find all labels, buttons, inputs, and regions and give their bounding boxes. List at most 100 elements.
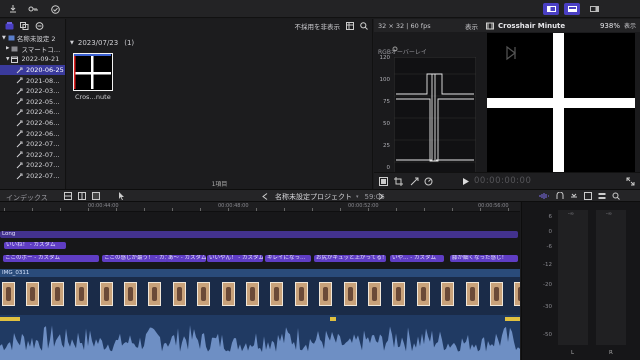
sidebar-item[interactable]: 2021-08… [0, 75, 65, 86]
timecode-display[interactable]: 00:00:00:00 [474, 176, 531, 186]
scope-toolbar: 32 × 32 | 60 fps 表示 [374, 19, 482, 32]
keyword-icon [16, 120, 23, 126]
sidebar-library-label: 名称未設定 2 [16, 35, 56, 44]
connected-clip[interactable]: 膝が細くなった感じ！ [450, 255, 518, 262]
zoom-popup[interactable]: 938% [600, 22, 620, 30]
crop-icon[interactable] [394, 177, 403, 186]
clip-thumbnail[interactable] [73, 53, 113, 91]
libraries-tab-icon[interactable] [5, 22, 14, 30]
video-clip-bar[interactable] [0, 269, 520, 277]
scope-layout-icon[interactable] [379, 177, 388, 186]
titles-generators-tab-icon[interactable] [35, 22, 44, 30]
sidebar-item[interactable]: 2020-06-25 [0, 64, 65, 76]
connected-clip[interactable]: お尻がキュッと上がってる！ - … [314, 255, 386, 262]
library-icon [8, 35, 15, 41]
project-title-group: 名称未設定プロジェクト ▾ 59:06 [275, 192, 385, 202]
connected-clip[interactable]: いいね！ - カスタム [4, 242, 66, 249]
audio-waveform[interactable] [0, 315, 520, 360]
background-tasks-button[interactable] [48, 3, 62, 15]
transform-icon[interactable] [410, 177, 419, 186]
sidebar-item[interactable]: 2022-03… [0, 86, 65, 97]
project-name[interactable]: 名称未設定プロジェクト [275, 192, 352, 202]
sidebar-item[interactable]: 2022-06… [0, 128, 65, 139]
inspector-toggle-button[interactable] [586, 3, 602, 15]
disclosure-icon[interactable]: ▶ [6, 46, 9, 51]
fullscreen-icon[interactable] [626, 177, 635, 186]
clip-filter-popup[interactable]: 不採用を非表示 [295, 21, 341, 31]
sidebar-item[interactable]: 2022-06… [0, 107, 65, 118]
browser-toggle-button[interactable] [543, 3, 559, 15]
meter-right-label: R [609, 350, 613, 356]
video-filmstrip[interactable] [0, 277, 520, 315]
calendar-icon [11, 56, 19, 63]
insert-clip-icon[interactable] [78, 192, 86, 200]
disclosure-icon[interactable]: ▼ [6, 57, 9, 62]
keyword-editor-button[interactable] [26, 3, 40, 15]
viewer-view-popup[interactable]: 表示 [624, 21, 636, 30]
project-menu-chevron-icon[interactable]: ▾ [356, 194, 359, 200]
select-tool-icon[interactable] [118, 192, 128, 200]
connected-clip[interactable]: いいやん！ - カスタム [207, 255, 263, 262]
audio-meter-toggle-icon[interactable] [538, 192, 550, 200]
connected-clip[interactable]: ここのボー - カスタム [3, 255, 99, 262]
scope-settings-icon[interactable] [392, 46, 398, 52]
ruler-label: 00:00:52:00 [348, 203, 379, 209]
sidebar-item[interactable]: 2022-07… [0, 171, 65, 182]
meter-scale-label: 6 [548, 214, 553, 220]
filmstrip-frame [490, 282, 503, 306]
timeline-zoom-icon[interactable] [612, 192, 620, 200]
sidebar-item[interactable]: 2022-06… [0, 118, 65, 129]
sidebar-item[interactable]: 2022-05… [0, 97, 65, 108]
frame-figure [30, 287, 35, 301]
keyword-icon [16, 151, 23, 158]
photos-audio-tab-icon[interactable] [20, 22, 29, 30]
search-icon[interactable] [360, 21, 368, 30]
snapping-icon[interactable] [556, 192, 564, 200]
waveform-shape [0, 325, 520, 360]
sidebar-library[interactable]: ▼ 名称未設定 2 [0, 33, 65, 44]
viewer-canvas[interactable] [487, 33, 635, 184]
key-icon [28, 6, 38, 12]
sidebar-item-label: 2022-05… [26, 97, 60, 106]
sidebar-item-label: 2022-06… [26, 129, 60, 138]
clip-appearance-timeline-icon[interactable] [598, 192, 606, 200]
skimming-icon[interactable] [570, 192, 578, 200]
sidebar-item[interactable]: ▼ 2022-09-21 [0, 54, 65, 65]
video-clip-name: IMG_0311 [2, 270, 30, 276]
connected-clip[interactable]: ここの感じが最う！ - カスタム [102, 255, 168, 262]
solo-icon[interactable] [584, 192, 592, 200]
sidebar-item[interactable]: 2022-07… [0, 139, 65, 150]
sidebar-item-label: スマートコ… [21, 45, 61, 54]
speed-icon[interactable] [424, 177, 433, 186]
scope-scale-label: 50 [383, 121, 390, 127]
timeline-toggle-button[interactable] [564, 3, 580, 15]
scope-view-popup[interactable]: 表示 [465, 21, 478, 31]
disclosure-open-icon: ▼ [2, 35, 6, 42]
meter-scale-label: -12 [543, 262, 552, 268]
scope-scale-label: 120 [379, 55, 391, 61]
sidebar-item[interactable]: 2022-07… [0, 160, 65, 171]
frame-figure [445, 287, 450, 301]
sidebar-item-label: 2022-03… [26, 87, 60, 96]
connected-clip[interactable]: Long [0, 231, 518, 238]
import-media-button[interactable] [6, 3, 20, 15]
play-icon[interactable] [462, 177, 470, 186]
overwrite-clip-icon[interactable] [92, 192, 100, 200]
append-clip-icon[interactable] [64, 192, 72, 200]
rgb-overlay-waveform [394, 57, 476, 181]
history-forward-icon[interactable] [378, 193, 384, 200]
clip-appearance-icon[interactable] [346, 21, 354, 30]
history-back-icon[interactable] [262, 193, 268, 200]
connected-clip[interactable]: キレイになっ… [265, 255, 311, 262]
timeline-ruler[interactable]: 00:00:44:00 00:00:48:00 00:00:52:00 00:00:5… [0, 202, 520, 212]
sidebar-item[interactable]: ▶ スマートコ… [0, 44, 65, 55]
sidebar-item[interactable]: 2022-07… [0, 150, 65, 161]
timeline-tracks[interactable]: Long いいね！ - カスタムここのボー - カスタム ここの感じが最う！ - カ… [0, 212, 520, 360]
transport-bar: 00:00:00:00 [374, 172, 640, 189]
scope-scale-label: 25 [383, 143, 390, 149]
connected-clip[interactable]: あ～ - カスタム [166, 255, 206, 262]
connected-clip[interactable]: いや… - カスタム [390, 255, 444, 262]
event-disclosure-icon[interactable]: ▼ [70, 40, 74, 46]
video-scopes: 32 × 32 | 60 fps 表示 RGBオーバーレイ 120 100 75 50… [374, 19, 482, 189]
ruler-tick [312, 208, 313, 211]
